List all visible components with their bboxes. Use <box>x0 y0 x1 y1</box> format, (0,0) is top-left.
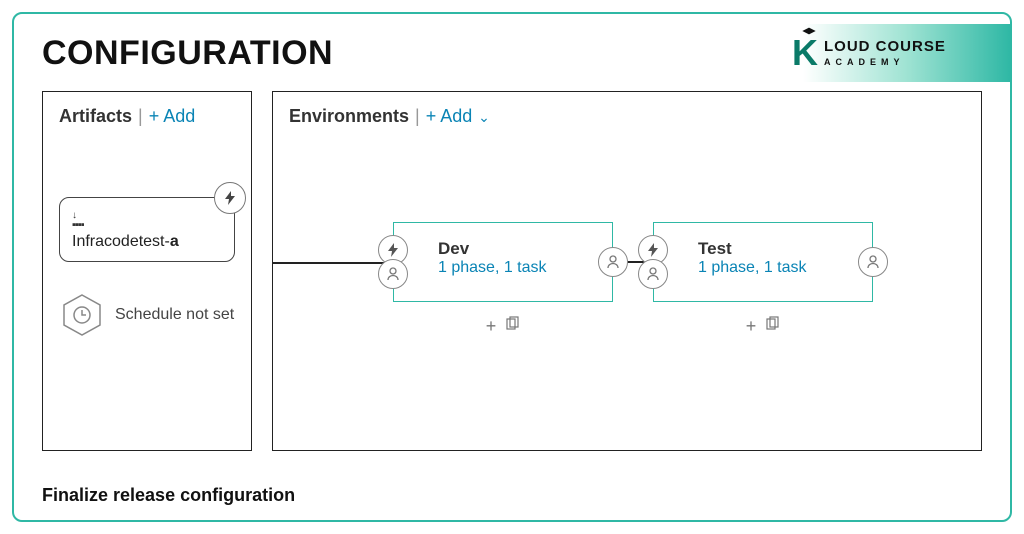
add-environment-button[interactable]: + <box>486 316 497 337</box>
logo-mark: K <box>792 32 818 74</box>
artifact-name: Infracodetest-a <box>72 233 222 251</box>
graduation-cap-icon <box>800 26 818 36</box>
environment-meta: 1 phase, 1 task <box>438 259 592 277</box>
build-icon: ▪▪▪▪ <box>72 210 222 231</box>
configuration-frame: CONFIGURATION K LOUD COURSE ACADEMY Arti… <box>12 12 1012 522</box>
clone-icon <box>764 316 780 332</box>
environments-panel: Environments | + Add ⌄ <box>272 91 982 451</box>
environment-name: Test <box>698 239 852 259</box>
environments-header: Environments <box>289 106 409 127</box>
schedule-block[interactable]: Schedule not set <box>59 292 235 338</box>
pre-deploy-approver[interactable] <box>378 259 408 289</box>
environment-card-dev[interactable]: Dev 1 phase, 1 task + <box>393 222 613 302</box>
schedule-hexagon <box>59 292 105 338</box>
separator: | <box>415 106 420 127</box>
lightning-icon <box>222 190 238 206</box>
environments-add-button[interactable]: + Add ⌄ <box>426 106 490 127</box>
separator: | <box>138 106 143 127</box>
clone-icon <box>504 316 520 332</box>
artifact-card[interactable]: ▪▪▪▪ Infracodetest-a <box>59 197 235 262</box>
environment-card-test[interactable]: Test 1 phase, 1 task + <box>653 222 873 302</box>
pre-deploy-approver[interactable] <box>638 259 668 289</box>
artifacts-header: Artifacts <box>59 106 132 127</box>
add-environment-button[interactable]: + <box>746 316 757 337</box>
environment-meta: 1 phase, 1 task <box>698 259 852 277</box>
clone-environment-button[interactable] <box>504 316 520 337</box>
brand-logo: K LOUD COURSE ACADEMY <box>780 24 1010 82</box>
clone-environment-button[interactable] <box>764 316 780 337</box>
pipeline-connector <box>273 262 393 264</box>
schedule-label: Schedule not set <box>115 306 234 324</box>
lightning-icon <box>645 242 661 258</box>
chevron-down-icon: ⌄ <box>474 109 490 125</box>
lightning-icon <box>385 242 401 258</box>
artifacts-panel: Artifacts | + Add ▪▪▪▪ Infracodetest-a <box>42 91 252 451</box>
environments-row: Dev 1 phase, 1 task + <box>393 222 961 302</box>
person-icon <box>865 254 881 270</box>
post-deploy-approver[interactable] <box>598 247 628 277</box>
logo-text-line1: LOUD COURSE <box>824 39 946 54</box>
logo-text-line2: ACADEMY <box>824 58 946 67</box>
artifact-trigger-button[interactable] <box>214 182 246 214</box>
environment-name: Dev <box>438 239 592 259</box>
person-icon <box>645 266 661 282</box>
footer-text: Finalize release configuration <box>42 485 295 506</box>
person-icon <box>385 266 401 282</box>
post-deploy-approver[interactable] <box>858 247 888 277</box>
artifacts-add-button[interactable]: + Add <box>149 106 196 127</box>
person-icon <box>605 254 621 270</box>
